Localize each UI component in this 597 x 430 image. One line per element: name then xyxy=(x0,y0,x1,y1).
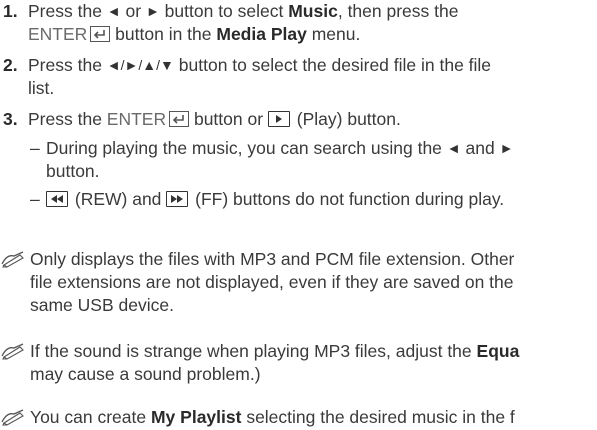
note-text-segment: selecting the desired music in the f xyxy=(241,407,515,427)
play-button-icon xyxy=(267,111,290,127)
enter-return-icon xyxy=(90,26,111,42)
left-arrow-icon: ◄ xyxy=(106,3,121,19)
sub-item-text: During playing the music, you can search… xyxy=(46,138,447,158)
step-text: Press the xyxy=(28,109,107,129)
note-text: If the sound is strange when playing MP3… xyxy=(0,340,597,386)
media-play-label: Media Play xyxy=(216,24,307,44)
right-arrow-icon: ► xyxy=(145,3,160,19)
step-2-line-1: Press the ◄/►/▲/▼ button to select the d… xyxy=(28,54,597,77)
dash-bullet: – xyxy=(30,189,40,209)
step-text: menu. xyxy=(306,24,361,44)
sub-item-text: (FF) buttons do not function during play… xyxy=(190,189,505,209)
note-text-segment: If the sound is strange when playing MP3… xyxy=(30,341,477,361)
step-1-line-2: ENTER button in the Media Play menu. xyxy=(28,23,597,46)
pencil-note-icon xyxy=(0,342,26,360)
sub-item-line-1: (REW) and (FF) buttons do not function d… xyxy=(46,188,597,211)
note-file-extensions: Only displays the files with MP3 and PCM… xyxy=(0,248,597,317)
left-arrow-icon: ◄ xyxy=(446,140,461,156)
note-text: You can create My Playlist selecting the… xyxy=(0,406,597,429)
step-text: , then press the xyxy=(337,1,459,21)
note-line: file extensions are not displayed, even … xyxy=(30,272,514,292)
note-line-2: may cause a sound problem.) xyxy=(30,364,261,384)
right-arrow-icon: ► xyxy=(499,140,514,156)
music-label: Music xyxy=(288,1,338,21)
step-text: (Play) button. xyxy=(291,109,401,129)
step-2: 2. Press the ◄/►/▲/▼ button to select th… xyxy=(0,54,597,100)
equalizer-label: Equa xyxy=(476,341,520,361)
step-text: Press the xyxy=(28,1,107,21)
step-3-sub-items: – During playing the music, you can sear… xyxy=(28,137,597,211)
note-playlist: You can create My Playlist selecting the… xyxy=(0,406,597,429)
step-number: 2. xyxy=(3,55,18,75)
note-line: Only displays the files with MP3 and PCM… xyxy=(30,249,515,269)
step-1-line-1: Press the ◄ or ► button to select Music,… xyxy=(28,0,597,23)
rewind-button-icon xyxy=(46,191,68,207)
instruction-steps: 1. Press the ◄ or ► button to select Mus… xyxy=(0,0,597,216)
step-text: Press the xyxy=(28,55,107,75)
sub-item-text: and xyxy=(460,138,500,158)
step-number: 1. xyxy=(3,1,18,21)
sub-item-line-1: During playing the music, you can search… xyxy=(46,137,597,160)
pencil-note-icon xyxy=(0,408,26,426)
step-3-line-1: Press the ENTER button or (Play) button. xyxy=(28,108,597,131)
note-mp3-sound: If the sound is strange when playing MP3… xyxy=(0,340,597,386)
note-line-1: You can create My Playlist selecting the… xyxy=(30,406,597,429)
step-number: 3. xyxy=(3,109,18,129)
step-text: button in the xyxy=(110,24,217,44)
my-playlist-label: My Playlist xyxy=(150,407,242,427)
step-3: 3. Press the ENTER button or (Play) butt… xyxy=(0,108,597,211)
direction-arrows-icon: ◄/►/▲/▼ xyxy=(106,57,174,73)
sub-item-line-2: button. xyxy=(46,161,100,181)
manual-page: 1. Press the ◄ or ► button to select Mus… xyxy=(0,0,597,430)
sub-item-text: (REW) and xyxy=(70,189,167,209)
pencil-note-icon xyxy=(0,250,26,268)
step-text: button to select the desired file in the… xyxy=(173,55,492,75)
sub-item-rew-ff: – (REW) and (FF) buttons do not function… xyxy=(28,188,597,211)
step-1: 1. Press the ◄ or ► button to select Mus… xyxy=(0,0,597,46)
enter-label: ENTER xyxy=(28,24,88,44)
step-2-line-2: list. xyxy=(28,78,55,98)
enter-label: ENTER xyxy=(106,109,167,129)
note-text-segment: You can create xyxy=(30,407,151,427)
fast-forward-button-icon xyxy=(166,191,189,207)
note-text: Only displays the files with MP3 and PCM… xyxy=(0,248,597,317)
sub-item-search: – During playing the music, you can sear… xyxy=(28,137,597,183)
enter-return-icon xyxy=(169,111,190,127)
dash-bullet: – xyxy=(30,138,40,158)
step-text: button or xyxy=(189,109,268,129)
step-text: button to select xyxy=(159,1,289,21)
step-text: or xyxy=(120,1,146,21)
note-line-1: If the sound is strange when playing MP3… xyxy=(30,340,597,363)
note-line: same USB device. xyxy=(30,295,174,315)
